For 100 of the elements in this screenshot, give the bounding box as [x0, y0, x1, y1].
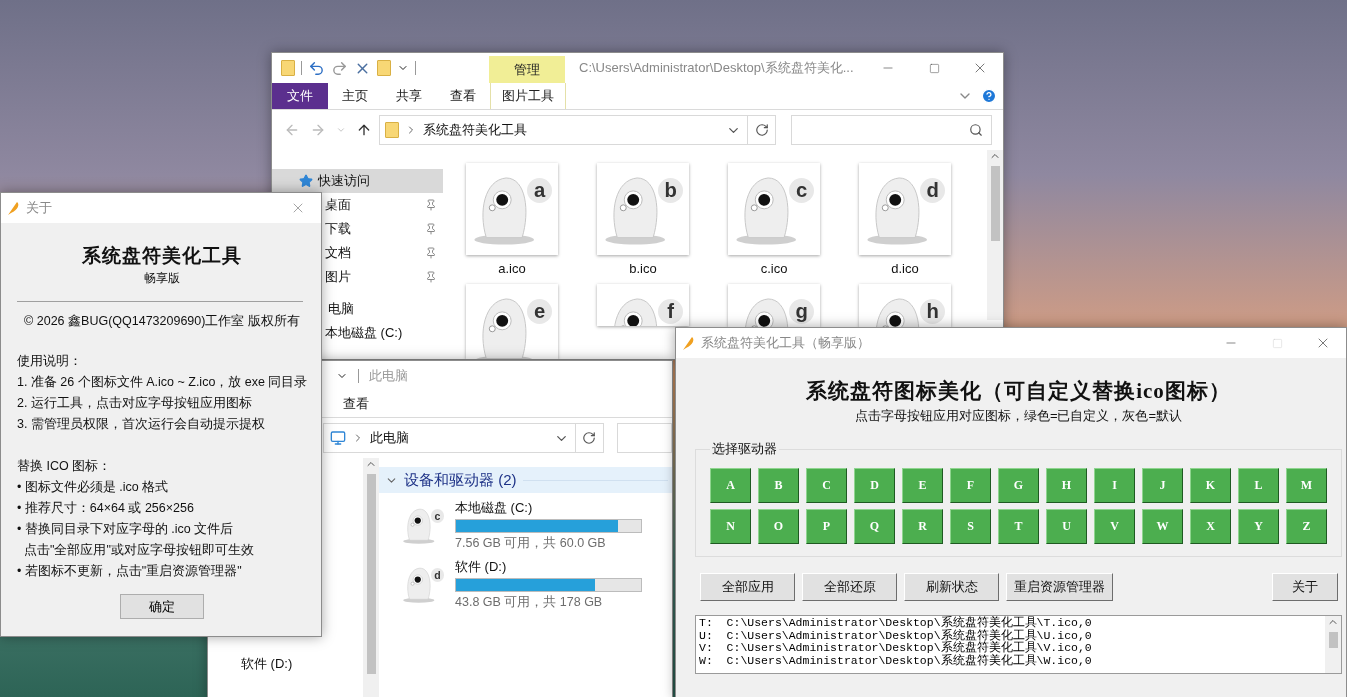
nav-item[interactable]: 桌面: [325, 193, 443, 217]
nav-item[interactable]: 图片: [325, 265, 443, 289]
log-line: U: C:\Users\Administrator\Desktop\系统盘符美化工具\U.ico,0: [699, 629, 1093, 642]
action-button[interactable]: 全部应用: [700, 573, 795, 601]
replace-line: 点击"全部应用"或对应字母按钮即可生效: [22, 542, 255, 559]
scrollbar[interactable]: [363, 458, 379, 697]
file-thumbnail[interactable]: g: [728, 284, 820, 327]
help-icon[interactable]: [981, 88, 997, 104]
file-name[interactable]: c.ico: [760, 261, 788, 276]
usage-line: 3. 需管理员权限，首次运行会自动提示提权: [17, 416, 266, 433]
letter-badge: f: [657, 298, 684, 325]
search-field[interactable]: [791, 115, 992, 145]
refresh-icon: [754, 123, 769, 137]
nav-item[interactable]: 文档: [325, 241, 443, 265]
drive-letter-badge: d: [430, 568, 445, 582]
letter-badge: e: [526, 298, 553, 325]
tool-heading: 系统盘符图标美化（可自定义替换ico图标）: [805, 378, 1232, 404]
address-bar[interactable]: 此电脑: [323, 423, 604, 453]
file-name[interactable]: a.ico: [498, 261, 526, 276]
pin-icon: [425, 271, 437, 283]
copyright-text: © 2026 鑫BUG(QQ1473209690)工作室 版权所有: [23, 313, 301, 330]
search-icon: [969, 123, 983, 137]
redo-icon[interactable]: [331, 59, 348, 77]
group-header[interactable]: 设备和驱动器 (2): [379, 467, 672, 493]
ok-button[interactable]: 确定: [120, 594, 204, 619]
replace-line: • 替换同目录下对应字母的 .ico 文件后: [17, 521, 235, 538]
file-thumbnail[interactable]: b: [597, 163, 689, 255]
nav-item[interactable]: 快速访问: [272, 169, 443, 193]
action-button[interactable]: 刷新状态: [904, 573, 999, 601]
pin-icon: [425, 199, 437, 211]
capacity-text: 43.8 GB 可用，共 178 GB: [455, 594, 604, 611]
forward-icon[interactable]: [310, 122, 326, 138]
file-thumbnail[interactable]: f: [597, 284, 689, 326]
feather-icon: [681, 335, 695, 351]
group-label: 选择驱动器: [711, 441, 778, 458]
file-name[interactable]: b.ico: [629, 261, 657, 276]
replace-heading: 替换 ICO 图标：: [17, 458, 113, 475]
folder-icon: [385, 122, 399, 138]
up-icon[interactable]: [356, 122, 372, 138]
file-thumbnail[interactable]: d: [859, 163, 951, 255]
scroll-thumb[interactable]: [990, 166, 1000, 241]
file-thumbnail[interactable]: e: [466, 284, 558, 359]
letter-badge: h: [919, 298, 946, 325]
drive-name[interactable]: 本地磁盘 (C:): [455, 499, 642, 517]
feather-icon: [6, 200, 20, 216]
nav-item[interactable]: 软件 (D:): [208, 652, 363, 676]
replace-line: • 推荐尺寸：64×64 或 256×256: [17, 500, 195, 517]
window-title: C:\Users\Administrator\Desktop\系统盘符美化...: [579, 59, 854, 77]
scroll-thumb[interactable]: [1328, 632, 1338, 648]
log-line: V: C:\Users\Administrator\Desktop\系统盘符美化工具\V.ico,0: [699, 642, 1093, 654]
file-menu-tab[interactable]: 文件: [272, 83, 328, 109]
file-thumbnail[interactable]: h: [859, 284, 951, 327]
nav-item[interactable]: 电脑: [328, 297, 443, 321]
scrollbar[interactable]: [1325, 616, 1341, 673]
letter-badge: b: [657, 177, 684, 204]
tool-subtitle: 点击字母按钮应用对应图标，绿色=已自定义，灰色=默认: [853, 407, 1184, 425]
address-bar[interactable]: 系统盘符美化工具: [379, 115, 776, 145]
new-folder-icon[interactable]: [377, 60, 391, 76]
search-field[interactable]: [616, 423, 672, 453]
nav-item[interactable]: 本地磁盘 (C:): [325, 321, 443, 345]
computer-icon: [330, 430, 346, 446]
scrollbar[interactable]: [987, 150, 1003, 320]
log-box[interactable]: [695, 615, 1342, 674]
star-icon: [299, 174, 313, 188]
dialog-title: 关于: [26, 199, 52, 217]
window-title: 系统盘符美化工具（畅享版）: [701, 334, 870, 352]
back-icon[interactable]: [284, 122, 300, 138]
usage-line: 1. 准备 26 个图标文件 A.ico ~ Z.ico，放 exe 同目录: [17, 374, 307, 391]
recent-caret-icon[interactable]: [336, 125, 346, 135]
maximize-icon: [928, 62, 940, 74]
letter-badge: g: [788, 298, 815, 325]
pin-icon: [425, 223, 437, 235]
replace-line: • 图标文件必须是 .ico 格式: [17, 479, 170, 496]
edition-label: 畅享版: [143, 270, 181, 287]
letter-badge: d: [919, 177, 946, 204]
file-thumbnail[interactable]: a: [466, 163, 558, 255]
drive-icon[interactable]: d: [399, 560, 447, 609]
log-line: T: C:\Users\Administrator\Desktop\系统盘符美化工具\T.ico,0: [699, 617, 1093, 629]
drive-name[interactable]: 软件 (D:): [455, 558, 642, 576]
drive-icon[interactable]: c: [399, 501, 447, 550]
contextual-tab[interactable]: 图片工具: [490, 83, 566, 109]
file-thumbnail[interactable]: c: [728, 163, 820, 255]
undo-icon[interactable]: [308, 59, 325, 77]
file-name[interactable]: d.ico: [891, 261, 919, 276]
usage-heading: 使用说明：: [17, 353, 83, 370]
capacity-text: 7.56 GB 可用，共 60.0 GB: [455, 535, 607, 552]
scroll-thumb[interactable]: [366, 474, 376, 674]
about-button[interactable]: 关于: [1272, 573, 1338, 601]
folder-icon[interactable]: [281, 60, 295, 76]
letter-badge: c: [788, 177, 815, 204]
usage-line: 2. 运行工具，点击对应字母按钮应用图标: [17, 395, 253, 412]
nav-item[interactable]: 下载: [325, 217, 443, 241]
mascot-drawing: [401, 506, 436, 545]
maximize-icon: [1271, 337, 1283, 349]
refresh-icon: [582, 431, 597, 445]
replace-line: • 若图标不更新，点击"重启资源管理器": [17, 563, 243, 580]
action-button[interactable]: 重启资源管理器: [1006, 573, 1113, 601]
app-name: 系统盘符美化工具: [81, 244, 243, 268]
log-line: W: C:\Users\Administrator\Desktop\系统盘符美化工具\W.ico,0: [699, 654, 1093, 667]
action-button[interactable]: 全部还原: [802, 573, 897, 601]
